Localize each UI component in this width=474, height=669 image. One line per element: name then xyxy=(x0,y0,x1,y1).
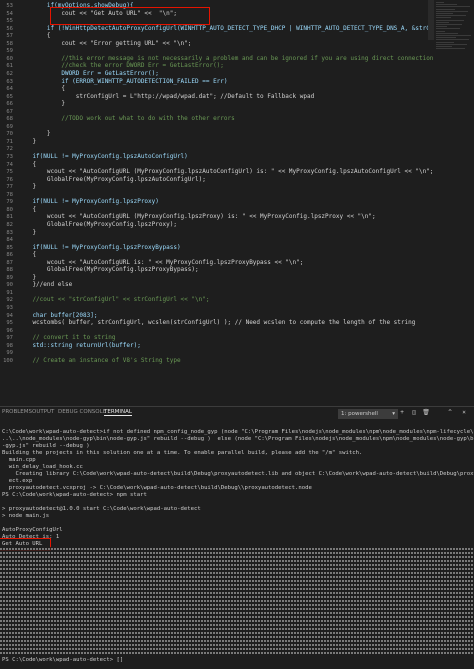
plus-icon[interactable]: + xyxy=(398,409,406,417)
minimap-line xyxy=(436,17,451,19)
terminal-line: ect.exp xyxy=(2,478,33,484)
split-icon[interactable]: ◫ xyxy=(410,409,418,417)
line-number: 100 xyxy=(3,357,13,364)
minimap-line xyxy=(436,2,444,3)
tab-terminal[interactable]: TERMINAL xyxy=(104,409,132,416)
terminal-select[interactable]: 1: powershell ▾ xyxy=(338,409,398,419)
code-line[interactable]: 100 // Create an instance of V8's String… xyxy=(0,357,474,365)
tab-debug-console[interactable]: DEBUG CONSOLE xyxy=(58,409,106,415)
terminal-line: Creating library C:\Code\work\wpad-auto-… xyxy=(2,471,474,477)
minimap-line xyxy=(436,35,471,36)
trash-icon[interactable]: 🗑 xyxy=(422,409,430,417)
chevron-up-icon[interactable]: ^ xyxy=(446,409,454,417)
close-icon[interactable]: × xyxy=(460,409,468,417)
terminal-line: C:\Code\work\wpad-auto-detect>if not def… xyxy=(2,429,474,435)
minimap-line xyxy=(436,37,456,39)
terminal-line: > proxyautodetect@1.0.0 start C:\Code\wo… xyxy=(2,506,201,512)
terminal-line: PS C:\Code\work\wpad-auto-detect> npm st… xyxy=(2,492,147,498)
terminal-prompt[interactable]: PS C:\Code\work\wpad-auto-detect> [] xyxy=(2,657,474,664)
terminal-line: -gyp.js" rebuild --debug ) xyxy=(2,443,90,449)
terminal-select-label: 1: powershell xyxy=(341,411,378,417)
minimap-line xyxy=(436,26,447,28)
minimap-line xyxy=(436,46,452,47)
minimap-line xyxy=(436,10,468,12)
tab-output[interactable]: OUTPUT xyxy=(32,409,54,415)
garbled-terminal-output xyxy=(0,547,474,655)
highlight-box-get-auto-url xyxy=(50,7,210,25)
minimap-line xyxy=(436,8,455,10)
terminal-line: Auto Detect is: 1 xyxy=(2,534,60,540)
minimap-line xyxy=(436,39,469,41)
minimap-line xyxy=(436,19,464,21)
code-editor[interactable]: 53 if(myOptions.showDebug){54 cout << "G… xyxy=(0,0,474,406)
minimap-line xyxy=(436,28,460,30)
minimap-line xyxy=(436,30,445,32)
minimap-line xyxy=(436,43,467,45)
minimap-line xyxy=(436,4,457,6)
terminal-line: ..\..\node_modules\node-gyp\bin\node-gyp… xyxy=(2,436,474,442)
terminal-line: Building the projects in this solution o… xyxy=(2,450,363,456)
minimap-line xyxy=(436,13,453,14)
minimap-line xyxy=(436,21,449,23)
terminal-line: AutoProxyConfigUrl xyxy=(2,527,63,533)
terminal-line: proxyautodetect.vcxproj -> C:\Code\work\… xyxy=(2,485,312,491)
chevron-down-icon: ▾ xyxy=(392,411,395,417)
tab-problems[interactable]: PROBLEMS xyxy=(2,409,32,415)
code-text: // Create an instance of V8's String typ… xyxy=(18,356,181,364)
bottom-panel: PROBLEMS OUTPUT DEBUG CONSOLE TERMINAL 1… xyxy=(0,406,474,669)
minimap-line xyxy=(436,6,470,8)
terminal-line: > node main.js xyxy=(2,513,50,519)
panel-tabs: PROBLEMS OUTPUT DEBUG CONSOLE TERMINAL 1… xyxy=(0,407,474,419)
minimap-line xyxy=(436,24,462,25)
minimap[interactable] xyxy=(434,0,474,406)
minimap-line xyxy=(436,48,465,50)
minimap-line xyxy=(436,32,458,34)
minimap-line xyxy=(436,41,454,43)
terminal-line: win_delay_load_hook.cc xyxy=(2,464,83,470)
minimap-line xyxy=(436,15,466,17)
terminal-line: main.cpp xyxy=(2,457,36,463)
